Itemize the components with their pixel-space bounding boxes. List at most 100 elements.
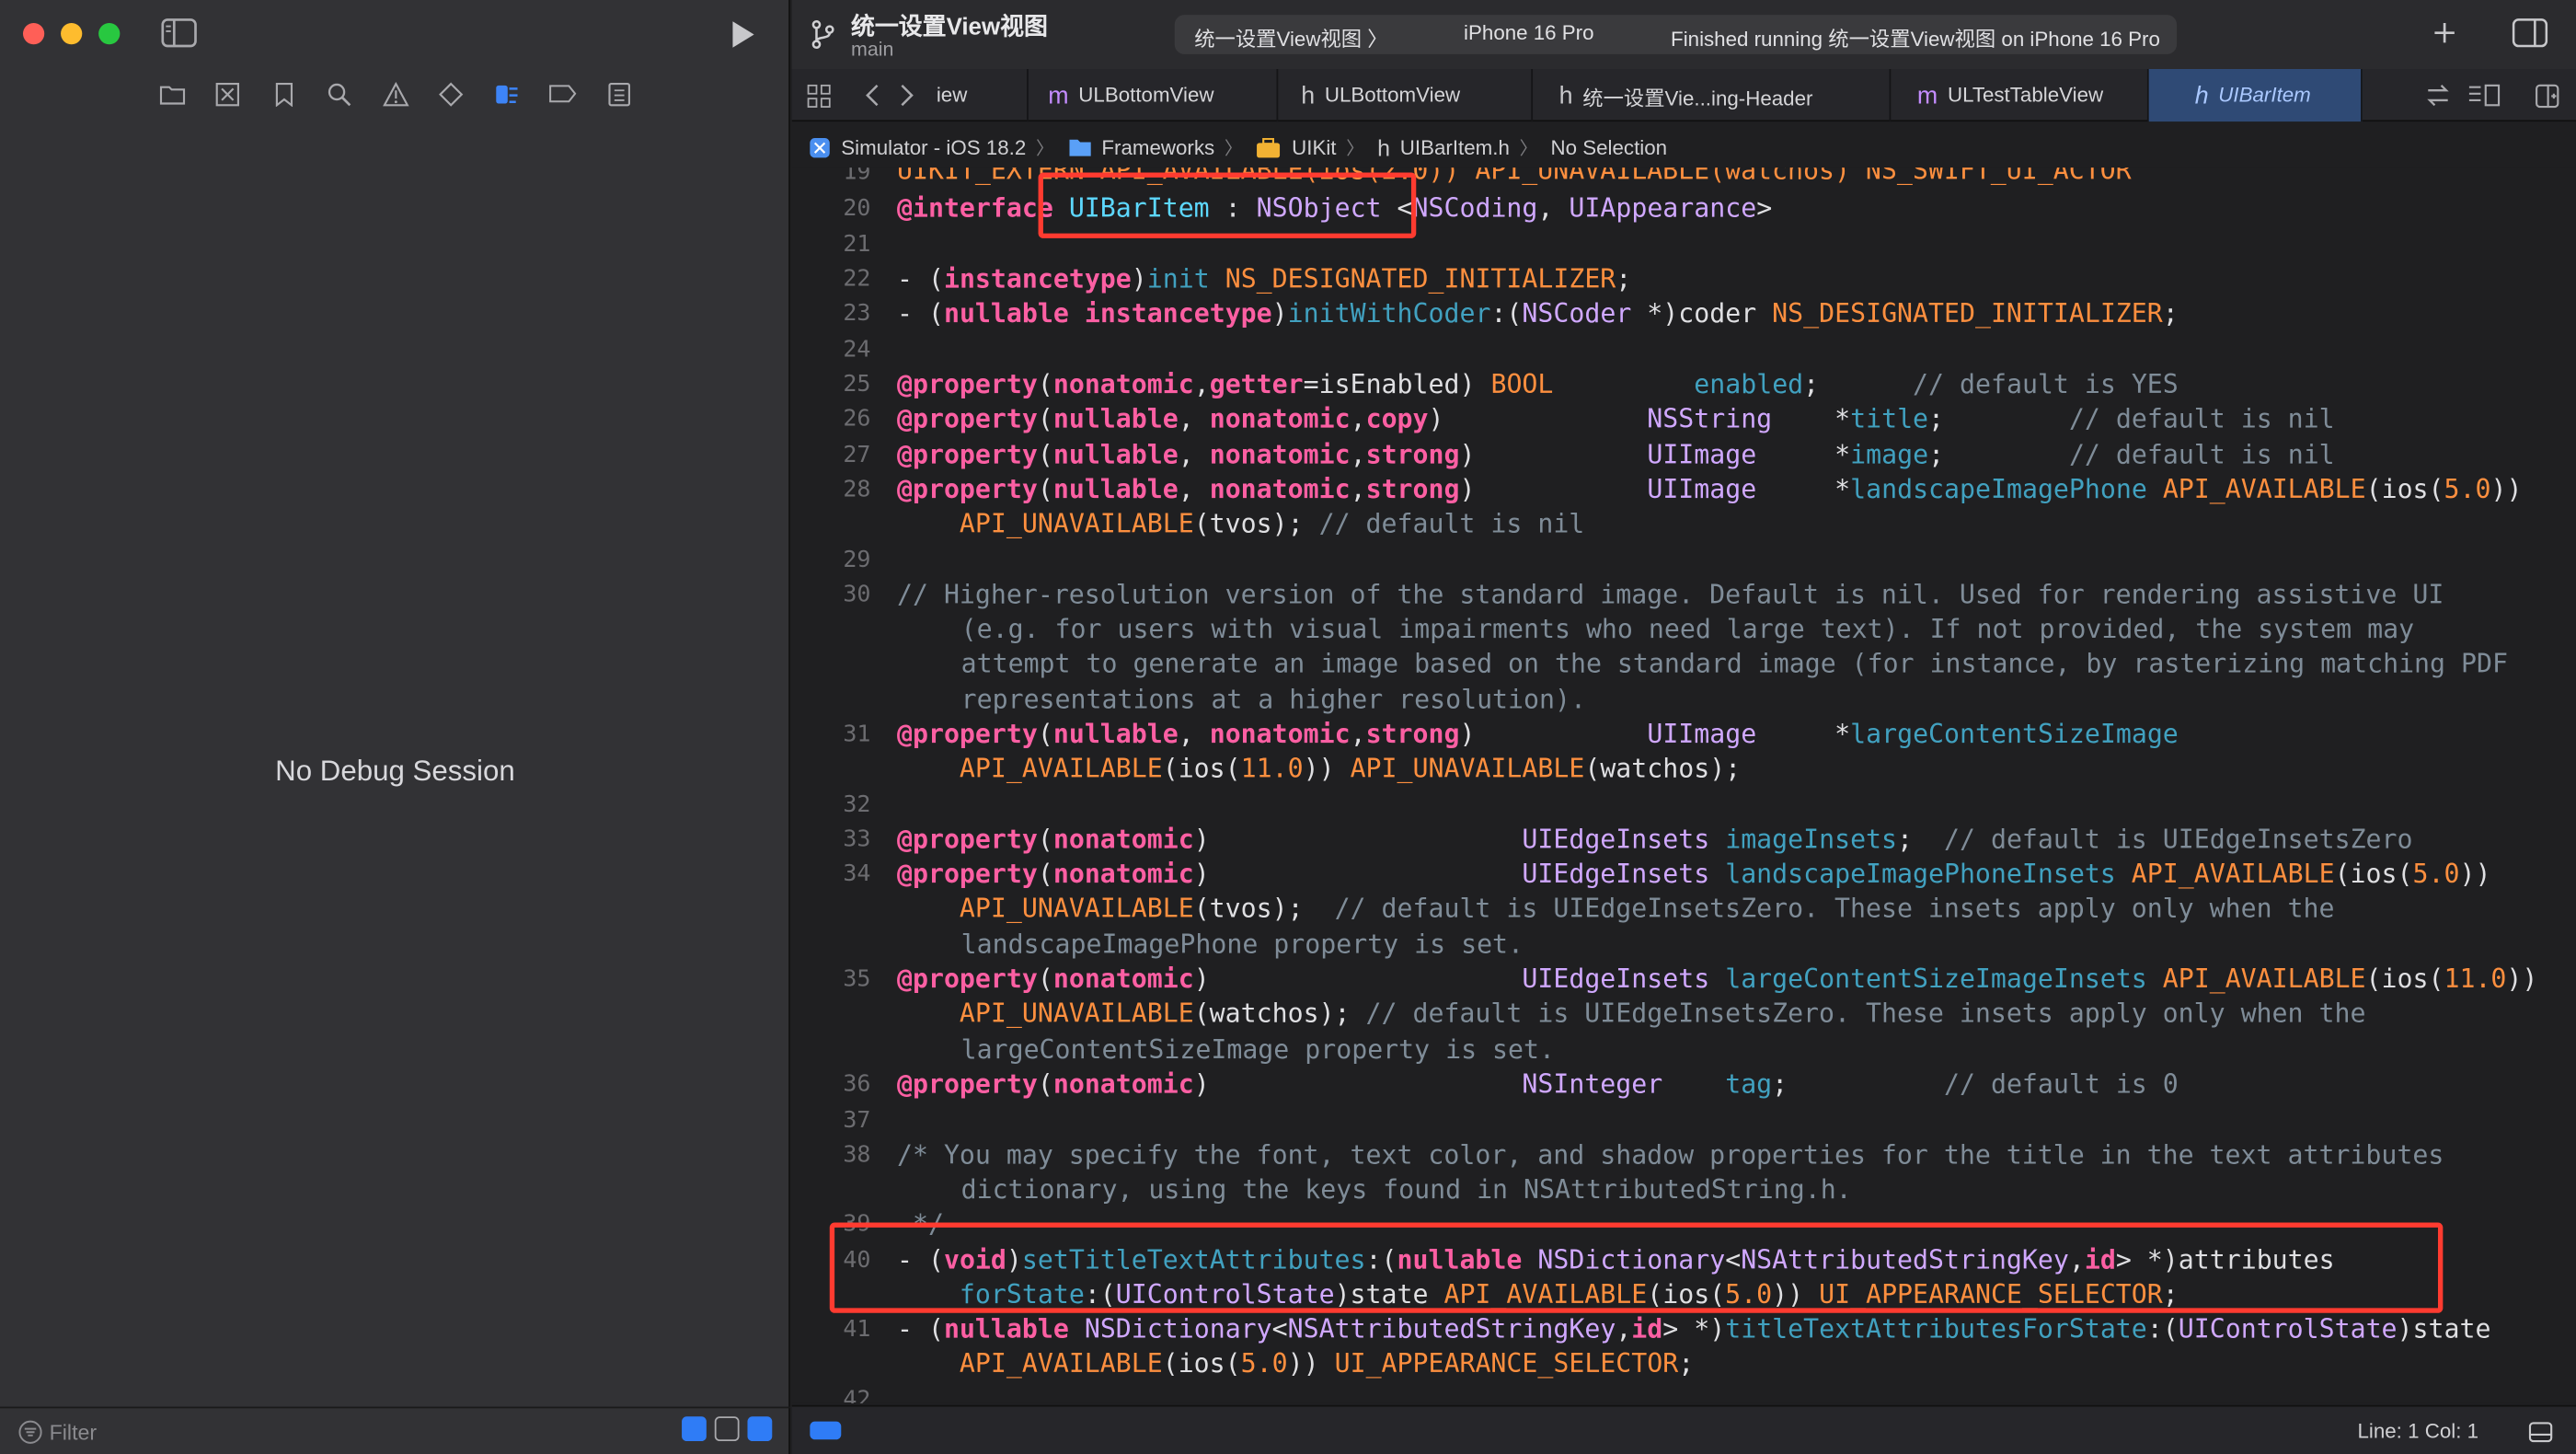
line-number: 35 xyxy=(843,965,871,993)
code-comment: representations at a higher resolution). xyxy=(960,683,1586,715)
inspector-toggle-icon[interactable] xyxy=(2511,17,2550,50)
tab-label: 统一设置Vie...ing-Header xyxy=(1582,86,1813,110)
filter-bar xyxy=(0,1406,790,1454)
tab-label: UIBarItem xyxy=(2218,84,2311,108)
source-control-icon[interactable] xyxy=(213,75,241,111)
warning-icon[interactable] xyxy=(381,75,408,111)
code-comment: /* You may specify the font, text color,… xyxy=(896,1138,2444,1171)
forward-arrow-icon[interactable] xyxy=(897,82,916,109)
branch-icon[interactable] xyxy=(809,18,838,52)
code-line: @property(nullable, nonatomic,strong) UI… xyxy=(896,438,2335,470)
objc-m-file-icon: m xyxy=(1916,81,1938,110)
breadcrumb-label: UIKit xyxy=(1292,136,1337,160)
header-h-file-icon: h xyxy=(2194,81,2209,110)
code-line: API_UNAVAILABLE(watchos); // default is … xyxy=(959,997,2366,1029)
editor-options-icon[interactable] xyxy=(2466,82,2501,109)
run-icon[interactable] xyxy=(724,17,760,52)
editor-tab[interactable]: iew xyxy=(930,68,1029,122)
canvas-icon[interactable] xyxy=(2526,1418,2553,1445)
editor-tab-bar: iew m ULBottomView h ULBottomView h 统一设置… xyxy=(791,68,2576,122)
editor-tab[interactable]: h 统一设置Vie...ing-Header xyxy=(1533,68,1892,122)
code-line: @property(nullable, nonatomic,strong) UI… xyxy=(896,473,2523,505)
related-items-icon[interactable] xyxy=(2423,82,2453,109)
filter-option-button-1[interactable] xyxy=(682,1416,707,1442)
line-number: 42 xyxy=(843,1387,871,1403)
breadcrumb-item[interactable]: Simulator - iOS 18.2 〉 xyxy=(809,134,1067,161)
line-number: 31 xyxy=(843,721,871,748)
line-number: 41 xyxy=(843,1316,871,1343)
minimize-window-button[interactable] xyxy=(61,22,83,45)
jump-bar-breadcrumb: Simulator - iOS 18.2 〉 Frameworks 〉 UIKi… xyxy=(792,128,2576,167)
split-editor-icon[interactable] xyxy=(2534,82,2560,109)
xcode-window: No Debug Session 统一设置View视图 main 统一设置Vie… xyxy=(0,0,2576,1454)
code-line: @property(nonatomic) NSInteger tag; // d… xyxy=(896,1067,2179,1100)
header-h-file-icon: h xyxy=(1301,81,1316,110)
line-number: 29 xyxy=(843,547,871,574)
activity-status: Finished running 统一设置View视图 on iPhone 16… xyxy=(1671,28,2160,52)
breadcrumb-item[interactable]: UIKit 〉 xyxy=(1256,134,1377,161)
debug-navigator-icon[interactable] xyxy=(493,75,521,111)
code-line: @property(nullable, nonatomic,strong) UI… xyxy=(896,718,2179,750)
code-comment: (e.g. for users with visual impairments … xyxy=(960,613,2415,644)
line-number: 28 xyxy=(843,476,871,503)
filter-option-button-2[interactable] xyxy=(714,1416,740,1442)
cursor-position: Line: 1 Col: 1 xyxy=(2357,1419,2479,1443)
tab-label: ULBottomView xyxy=(1078,84,1214,108)
line-number: 30 xyxy=(843,582,871,608)
tab-label: ULBottomView xyxy=(1324,84,1461,108)
breakpoint-icon[interactable] xyxy=(548,75,577,111)
test-diamond-icon[interactable] xyxy=(437,75,465,111)
branch-name[interactable]: main xyxy=(851,38,893,61)
line-number: 26 xyxy=(843,406,871,433)
line-number: 36 xyxy=(843,1071,871,1098)
line-number: 32 xyxy=(843,791,871,819)
filter-icon xyxy=(17,1418,43,1445)
back-arrow-icon[interactable] xyxy=(862,82,881,109)
tab-label: ULTestTableView xyxy=(1947,84,2104,108)
code-line: @property(nonatomic) UIEdgeInsets largeC… xyxy=(896,963,2538,995)
breadcrumb-item[interactable]: h UIBarItem.h 〉 xyxy=(1377,134,1550,161)
filter-input[interactable] xyxy=(49,1416,658,1447)
tab-label: iew xyxy=(936,84,968,108)
highlight-box-set-title-text-attributes xyxy=(829,1222,2444,1313)
line-number: 22 xyxy=(843,266,871,293)
code-line: API_UNAVAILABLE(tvos); // default is UIE… xyxy=(959,892,2335,924)
minimap-toggle-icon[interactable] xyxy=(810,1421,842,1440)
line-number: 21 xyxy=(843,231,871,259)
line-number: 25 xyxy=(843,371,871,398)
chevron-right-icon: 〉 xyxy=(1346,139,1364,160)
line-number: 19 xyxy=(843,167,871,186)
filter-option-button-3[interactable] xyxy=(747,1416,773,1442)
bookmark-icon[interactable] xyxy=(270,75,297,111)
editor-tab-active[interactable]: h UIBarItem xyxy=(2148,68,2363,122)
scheme-activity-bar[interactable]: 统一设置View视图 〉 iPhone 16 Pro Finished runn… xyxy=(1174,15,2178,54)
breadcrumb-label: Frameworks xyxy=(1101,136,1215,160)
objc-m-file-icon: m xyxy=(1048,81,1069,110)
sidebar-toggle-icon[interactable] xyxy=(161,18,197,48)
search-icon[interactable] xyxy=(326,75,353,111)
breadcrumb-item[interactable]: No Selection xyxy=(1551,136,1668,159)
line-number: 34 xyxy=(843,860,871,888)
code-line: API_AVAILABLE(ios(5.0)) UI_APPEARANCE_SE… xyxy=(959,1347,1695,1379)
chevron-right-icon: 〉 xyxy=(1519,139,1538,160)
report-icon[interactable] xyxy=(604,75,632,111)
code-line: API_UNAVAILABLE(tvos); // default is nil xyxy=(959,507,1585,539)
line-number: 27 xyxy=(843,442,871,468)
breadcrumb-item[interactable]: Frameworks 〉 xyxy=(1067,134,1256,161)
editor-tab[interactable]: m ULBottomView xyxy=(1029,68,1279,122)
editor-tab[interactable]: m ULTestTableView xyxy=(1891,68,2149,122)
add-icon[interactable] xyxy=(2428,17,2461,50)
close-window-button[interactable] xyxy=(22,22,45,45)
xcodeproj-icon xyxy=(809,136,832,159)
folder-icon[interactable] xyxy=(157,75,185,111)
code-comment: attempt to generate an image based on th… xyxy=(960,647,2508,679)
code-line: - (nullable instancetype)initWithCoder:(… xyxy=(896,297,2179,329)
line-number: 37 xyxy=(843,1107,871,1135)
code-editor[interactable]: 19 20 21 22 23 24 25 26 27 28 29 30 31 3… xyxy=(791,167,2576,1403)
device-selector[interactable]: iPhone 16 Pro xyxy=(1464,21,1593,44)
editor-tab[interactable]: h ULBottomView xyxy=(1278,68,1534,122)
header-h-file-icon: h xyxy=(1558,81,1573,110)
zoom-window-button[interactable] xyxy=(98,22,121,45)
grid-icon[interactable] xyxy=(805,82,832,109)
scheme-selector[interactable]: 统一设置View视图 〉 xyxy=(1194,21,1387,52)
